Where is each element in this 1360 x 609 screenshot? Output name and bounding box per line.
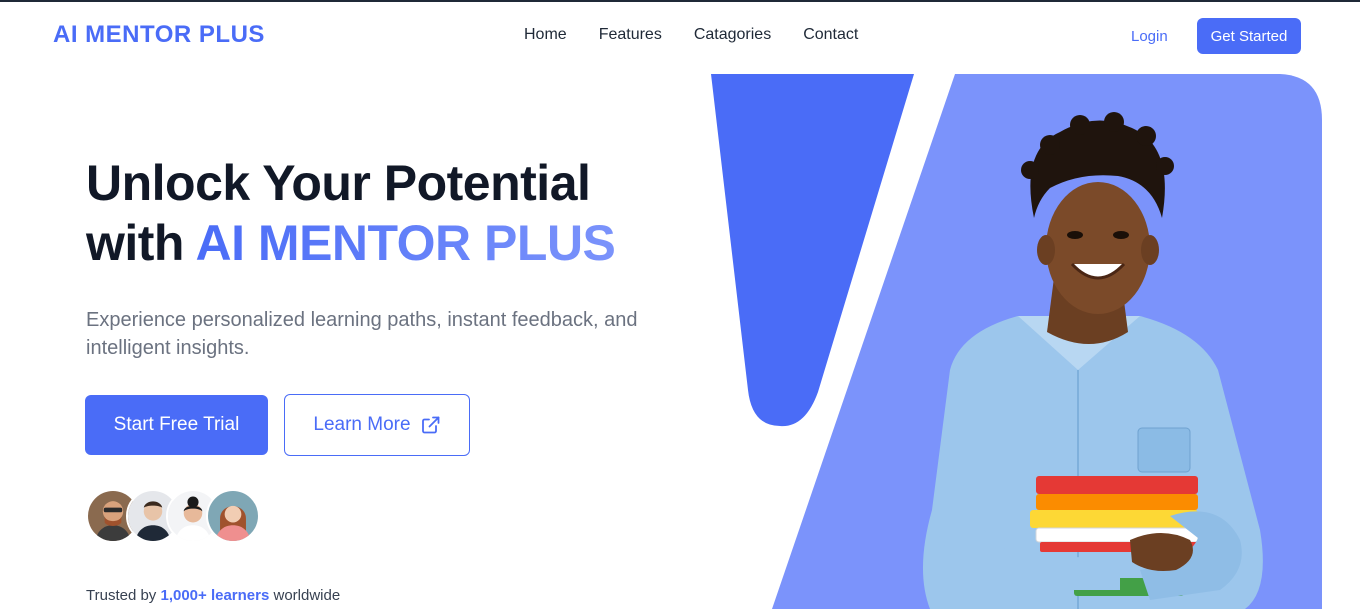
login-link[interactable]: Login	[1131, 28, 1168, 45]
main-nav: Home Features Catagories Contact	[524, 26, 890, 44]
trusted-suffix: worldwide	[273, 587, 341, 604]
get-started-button[interactable]: Get Started	[1197, 18, 1301, 54]
trusted-prefix: Trusted by	[86, 587, 157, 604]
nav-features[interactable]: Features	[599, 26, 662, 44]
nav-contact[interactable]: Contact	[803, 26, 858, 44]
hero-subtext: Experience personalized learning paths, …	[86, 309, 638, 359]
nav-home[interactable]: Home	[524, 26, 567, 44]
learn-more-button[interactable]: Learn More	[284, 394, 470, 456]
trusted-by-text: Trusted by 1,000+ learners worldwide	[86, 587, 340, 604]
avatar	[206, 489, 260, 543]
nav-categories[interactable]: Catagories	[694, 26, 771, 44]
headline-with: with	[86, 215, 184, 271]
external-link-icon	[421, 416, 439, 434]
landing-page: AI MENTOR PLUS Home Features Catagories …	[0, 0, 1360, 609]
top-border	[0, 0, 1360, 2]
start-free-trial-button[interactable]: Start Free Trial	[85, 395, 268, 455]
hero-illustration	[711, 74, 1322, 609]
learn-more-label: Learn More	[313, 414, 411, 435]
hero-headline: Unlock Your Potential with AI MENTOR PLU…	[86, 153, 616, 273]
headline-brand: AI MENTOR PLUS	[195, 215, 616, 271]
trusted-count: 1,000+ learners	[160, 587, 270, 604]
headline-line1: Unlock Your Potential	[86, 155, 591, 211]
site-logo[interactable]: AI MENTOR PLUS	[53, 21, 265, 49]
